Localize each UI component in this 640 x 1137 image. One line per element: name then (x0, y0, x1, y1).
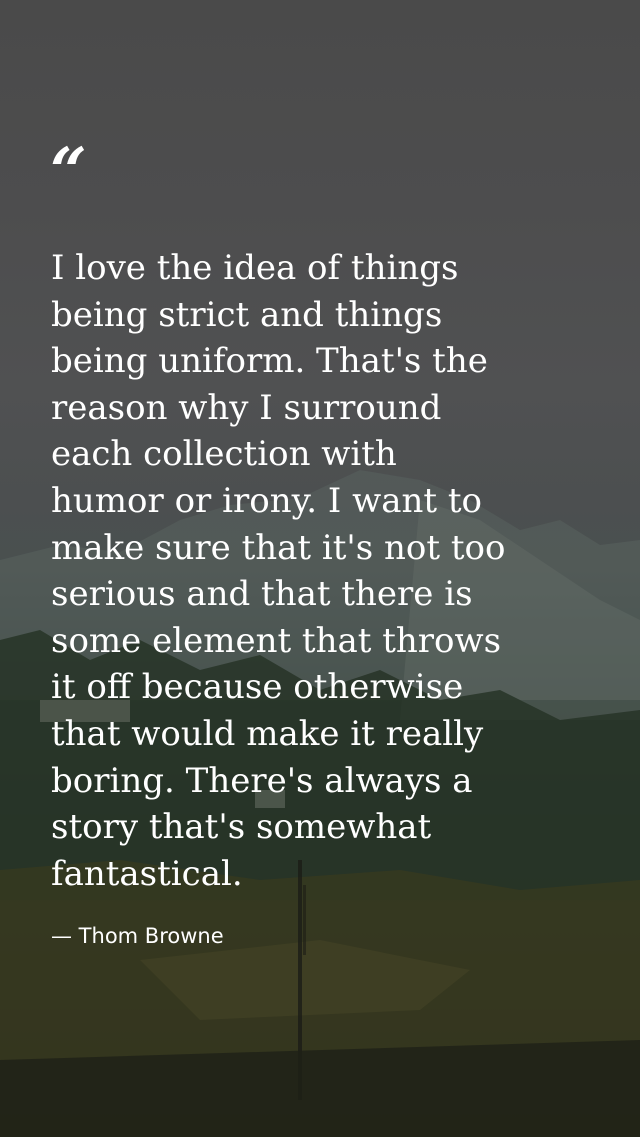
quote-card: “ I love the idea of things being strict… (0, 0, 640, 1137)
open-quote-icon: “ (50, 134, 87, 209)
quote-attribution: — Thom Browne (51, 924, 224, 948)
quote-text: I love the idea of things being strict a… (51, 248, 506, 894)
